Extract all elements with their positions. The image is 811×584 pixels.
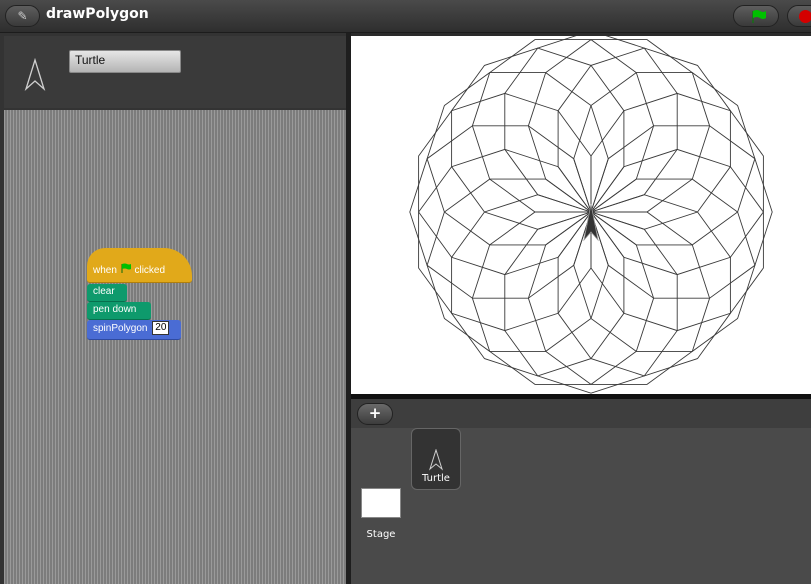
polygon-outline — [573, 178, 756, 352]
corral-toolbar — [351, 399, 811, 428]
hat-prefix-label: when — [93, 265, 117, 276]
turtle-arrow-icon — [429, 449, 443, 471]
when-flag-clicked-block[interactable]: when clicked — [87, 248, 192, 283]
polygon-outline — [557, 47, 731, 230]
green-flag-icon — [752, 10, 766, 23]
stage-thumbnail[interactable] — [361, 488, 401, 518]
sprite-name-field[interactable]: Turtle — [69, 50, 181, 73]
green-flag-button[interactable] — [733, 5, 779, 27]
green-flag-icon — [121, 263, 131, 273]
red-stop-icon — [799, 10, 811, 23]
polygon-outline — [557, 194, 731, 377]
spin-polygon-input[interactable]: 20 — [152, 321, 170, 335]
stage-thumbnail-label: Stage — [366, 529, 396, 540]
pen-down-block[interactable]: pen down — [87, 302, 151, 320]
block-label: pen down — [93, 304, 137, 315]
hat-suffix-label: clicked — [134, 265, 166, 276]
spin-polygon-block[interactable]: spinPolygon 20 — [87, 320, 181, 340]
stop-button[interactable] — [787, 5, 811, 27]
project-title: drawPolygon — [46, 6, 149, 22]
turtle-arrow-icon — [24, 58, 46, 92]
plus-icon: + — [368, 404, 382, 422]
polygon-outline — [426, 72, 609, 246]
clear-block[interactable]: clear — [87, 284, 127, 302]
scripts-area[interactable] — [4, 110, 346, 584]
add-sprite-button[interactable]: + — [357, 403, 393, 425]
stage-canvas[interactable] — [351, 36, 811, 394]
polygon-rosette-drawing — [409, 36, 773, 394]
top-bar: ✎ drawPolygon — [0, 0, 811, 33]
sprite-tile-label: Turtle — [422, 473, 450, 484]
polygon-outline — [573, 72, 756, 246]
block-label: clear — [93, 286, 115, 297]
block-label: spinPolygon — [93, 323, 148, 334]
edit-button[interactable]: ✎ — [5, 5, 40, 27]
pencil-icon: ✎ — [17, 9, 28, 23]
